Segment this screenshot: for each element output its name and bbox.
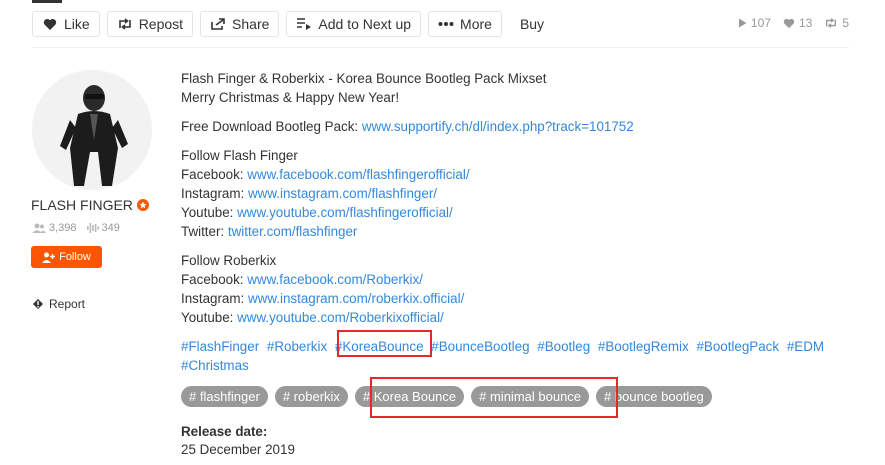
more-button[interactable]: More bbox=[428, 11, 502, 37]
username[interactable]: FLASH FINGER bbox=[31, 197, 149, 213]
flag-icon bbox=[33, 299, 43, 309]
ff-youtube-link[interactable]: www.youtube.com/flashfingerofficial/ bbox=[237, 205, 453, 220]
tracks-count: 349 bbox=[101, 222, 120, 234]
reposts-stat[interactable]: 5 bbox=[824, 16, 849, 30]
add-to-next-up-button[interactable]: Add to Next up bbox=[286, 11, 422, 37]
follow-label: Follow bbox=[59, 251, 91, 263]
active-tab-indicator bbox=[32, 0, 62, 3]
ff-instagram-line: Instagram: www.instagram.com/flashfinger… bbox=[181, 184, 861, 203]
download-label: Free Download Bootleg Pack: bbox=[181, 119, 362, 134]
more-label: More bbox=[460, 16, 492, 32]
waveform-icon bbox=[86, 223, 99, 233]
hashtag-link[interactable]: #BounceBootleg bbox=[431, 339, 529, 354]
artist-photo-icon bbox=[32, 70, 152, 190]
social-label: Youtube: bbox=[181, 310, 238, 325]
playlist-add-icon bbox=[296, 16, 312, 32]
rk-facebook-link[interactable]: www.facebook.com/Roberkix/ bbox=[247, 272, 423, 287]
pro-star-icon bbox=[136, 199, 149, 211]
rk-youtube-link[interactable]: www.youtube.com/Roberkixofficial/ bbox=[237, 310, 444, 325]
likes-stat[interactable]: 13 bbox=[783, 16, 812, 30]
play-icon bbox=[738, 18, 747, 28]
followers-count: 3,398 bbox=[49, 222, 77, 234]
hashtag-link[interactable]: #FlashFinger bbox=[181, 339, 259, 354]
add-to-next-up-label: Add to Next up bbox=[318, 16, 412, 32]
tag-list: # flashfinger # roberkix # Korea Bounce … bbox=[181, 386, 719, 407]
social-label: Facebook: bbox=[181, 167, 248, 182]
heart-icon bbox=[42, 16, 58, 32]
rk-instagram-link[interactable]: www.instagram.com/roberkix.official/ bbox=[248, 291, 464, 306]
hashtags: #FlashFinger #Roberkix #KoreaBounce #Bou… bbox=[181, 337, 861, 375]
repost-button[interactable]: Repost bbox=[106, 11, 194, 37]
plays-stat: 107 bbox=[738, 16, 771, 30]
heart-icon bbox=[783, 18, 795, 28]
share-button[interactable]: Share bbox=[200, 11, 280, 37]
likes-count: 13 bbox=[798, 16, 813, 30]
ff-twitter-line: Twitter: twitter.com/flashfinger bbox=[181, 222, 861, 241]
description-title: Flash Finger & Roberkix - Korea Bounce B… bbox=[181, 71, 547, 86]
tag-chip[interactable]: # minimal bounce bbox=[471, 386, 590, 407]
download-line: Free Download Bootleg Pack: www.supporti… bbox=[181, 117, 861, 136]
hashtag-link[interactable]: #BootlegPack bbox=[696, 339, 779, 354]
track-stats: 107 13 5 bbox=[726, 16, 849, 30]
rk-youtube-line: Youtube: www.youtube.com/Roberkixofficia… bbox=[181, 308, 861, 327]
tag-chip[interactable]: # flashfinger bbox=[181, 386, 268, 407]
release-date-label: Release date: bbox=[181, 424, 268, 439]
add-user-icon bbox=[42, 252, 56, 263]
track-description: Flash Finger & Roberkix - Korea Bounce B… bbox=[181, 69, 861, 327]
ff-twitter-link[interactable]: twitter.com/flashfinger bbox=[228, 224, 358, 239]
like-button[interactable]: Like bbox=[32, 11, 100, 37]
report-button[interactable]: Report bbox=[33, 297, 85, 311]
hashtag-link[interactable]: #EDM bbox=[787, 339, 824, 354]
tag-chip[interactable]: # roberkix bbox=[274, 386, 348, 407]
release-date-value: 25 December 2019 bbox=[181, 442, 295, 457]
hashtag-link[interactable]: #Christmas bbox=[181, 358, 249, 373]
hashtag-link[interactable]: #Roberkix bbox=[267, 339, 327, 354]
repost-label: Repost bbox=[138, 16, 184, 32]
social-label: Instagram: bbox=[181, 291, 248, 306]
tag-chip[interactable]: # bounce bootleg bbox=[596, 386, 712, 407]
buy-link[interactable]: Buy bbox=[508, 11, 556, 37]
divider bbox=[32, 47, 849, 48]
rk-instagram-line: Instagram: www.instagram.com/roberkix.of… bbox=[181, 289, 861, 308]
more-dots-icon bbox=[438, 16, 454, 32]
repost-icon bbox=[826, 18, 837, 28]
action-bar: Like Repost Share Add to Next up More Bu… bbox=[32, 10, 562, 38]
social-label: Instagram: bbox=[181, 186, 248, 201]
user-stats: 3,398 349 bbox=[32, 222, 130, 234]
report-label: Report bbox=[49, 297, 86, 311]
social-label: Twitter: bbox=[181, 224, 228, 239]
description-greeting: Merry Christmas & Happy New Year! bbox=[181, 90, 400, 105]
avatar[interactable] bbox=[32, 70, 152, 190]
share-label: Share bbox=[232, 16, 270, 32]
repost-icon bbox=[117, 16, 133, 32]
share-icon bbox=[210, 16, 226, 32]
followers-icon bbox=[32, 223, 46, 233]
hashtag-link[interactable]: #Bootleg bbox=[537, 339, 590, 354]
follow-rk-heading: Follow Roberkix bbox=[181, 253, 277, 268]
follow-button[interactable]: Follow bbox=[31, 246, 102, 268]
follow-ff-heading: Follow Flash Finger bbox=[181, 148, 298, 163]
rk-facebook-line: Facebook: www.facebook.com/Roberkix/ bbox=[181, 270, 861, 289]
download-link[interactable]: www.supportify.ch/dl/index.php?track=101… bbox=[362, 119, 634, 134]
tag-chip[interactable]: # Korea Bounce bbox=[354, 386, 465, 407]
ff-instagram-link[interactable]: www.instagram.com/flashfinger/ bbox=[248, 186, 437, 201]
username-label: FLASH FINGER bbox=[31, 197, 133, 213]
social-label: Youtube: bbox=[181, 205, 238, 220]
ff-youtube-line: Youtube: www.youtube.com/flashfingeroffi… bbox=[181, 203, 861, 222]
ff-facebook-line: Facebook: www.facebook.com/flashfingerof… bbox=[181, 165, 861, 184]
hashtag-link[interactable]: #KoreaBounce bbox=[335, 339, 424, 354]
ff-facebook-link[interactable]: www.facebook.com/flashfingerofficial/ bbox=[247, 167, 469, 182]
hashtag-link[interactable]: #BootlegRemix bbox=[598, 339, 689, 354]
social-label: Facebook: bbox=[181, 272, 248, 287]
plays-count: 107 bbox=[750, 16, 771, 30]
followers-stat[interactable]: 3,398 bbox=[32, 222, 77, 234]
tracks-stat[interactable]: 349 bbox=[86, 222, 120, 234]
like-label: Like bbox=[64, 16, 90, 32]
reposts-count: 5 bbox=[842, 16, 849, 30]
